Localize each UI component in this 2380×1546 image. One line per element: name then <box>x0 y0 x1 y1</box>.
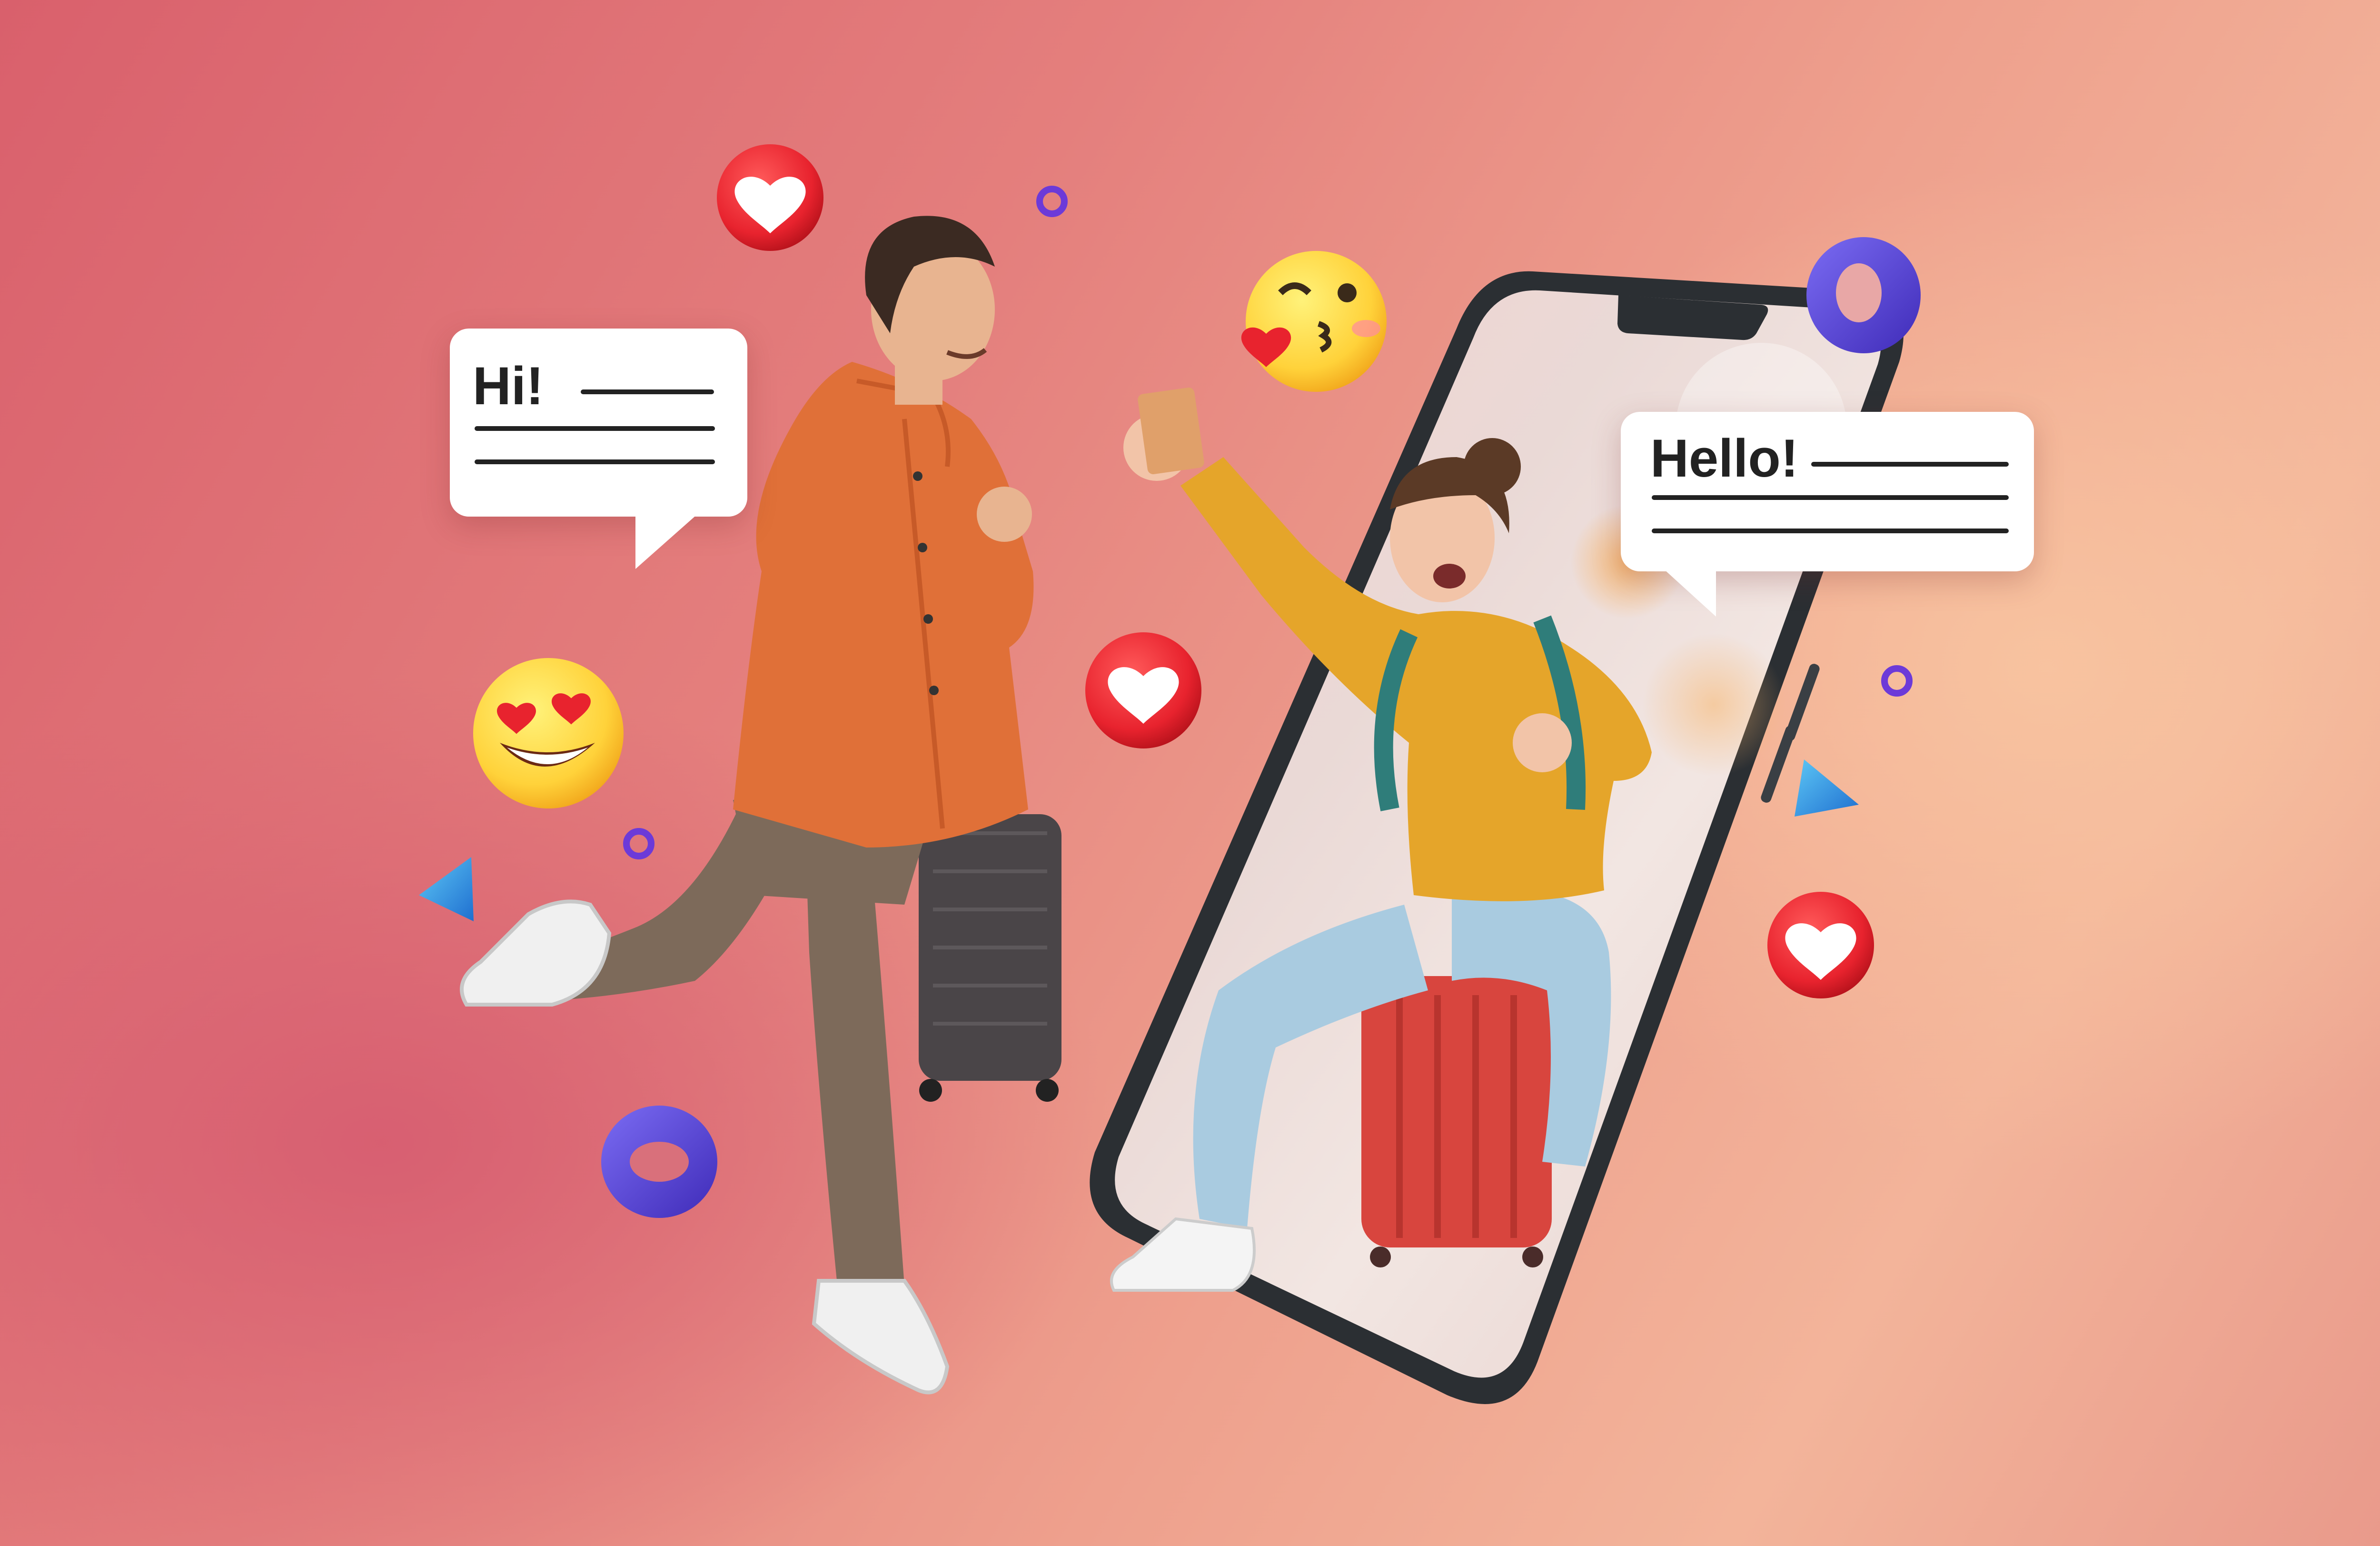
small-ring-icon <box>1881 665 1913 697</box>
ring-icon <box>601 1106 717 1218</box>
small-ring-icon <box>1036 186 1068 217</box>
heart-icon <box>717 144 823 251</box>
kiss-emoji-icon <box>1241 251 1387 392</box>
triangle-icon <box>1795 759 1859 817</box>
heart-icon <box>1767 892 1874 998</box>
floating-decorations <box>419 144 1921 1218</box>
small-ring-icon <box>623 828 654 859</box>
illustration-scene: Hi! Hello! <box>0 0 2380 1546</box>
ring-icon <box>1806 237 1921 353</box>
heart-eyes-emoji-icon <box>473 658 624 808</box>
heart-icon <box>1085 632 1201 748</box>
triangle-icon <box>419 857 474 921</box>
